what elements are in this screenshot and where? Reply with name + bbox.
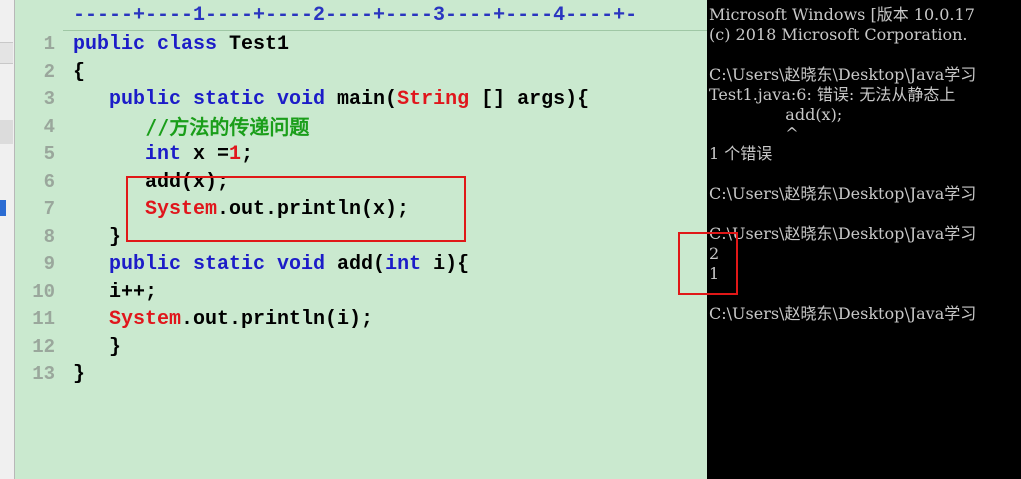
command-prompt-console[interactable]: Microsoft Windows [版本 10.0.17 (c) 2018 Mi… (707, 0, 1021, 479)
console-line: (c) 2018 Microsoft Corporation. (709, 24, 968, 44)
tree-item[interactable] (0, 42, 13, 64)
code-text: { (73, 59, 85, 86)
code-token-plain: } (73, 335, 122, 359)
code-line[interactable]: 2{ (15, 59, 707, 86)
code-token-kw: public static void (73, 253, 326, 276)
line-number: 12 (32, 335, 55, 358)
code-line[interactable]: 3 public static void main(String [] args… (15, 86, 707, 113)
code-text: } (73, 334, 121, 361)
column-ruler: -----+----1----+----2----+----3----+----… (15, 0, 707, 31)
annotation-box-method-call (126, 176, 466, 242)
code-token-plain: Test1 (217, 33, 290, 56)
line-number: 13 (32, 363, 55, 385)
code-text: public static void main(String [] args){ (73, 86, 589, 113)
line-number: 7 (43, 198, 55, 220)
code-token-num: 1 (229, 143, 242, 166)
file-tree-sliver (0, 0, 15, 479)
code-text: } (73, 361, 85, 388)
line-number: 10 (32, 280, 55, 303)
code-line[interactable]: 4 //方法的传递问题 (15, 114, 707, 141)
tree-item[interactable] (0, 120, 13, 144)
code-token-plain: .out.println(i); (181, 308, 374, 331)
code-text: public class Test1 (73, 31, 289, 58)
code-token-kw: int (385, 253, 422, 276)
annotation-box-output (678, 232, 738, 295)
code-token-str: System (73, 308, 182, 331)
console-line: ^ (709, 124, 799, 144)
console-line: C:\Users\赵晓东\Desktop\Java学习 (709, 184, 977, 204)
code-token-kw: int (73, 143, 182, 166)
console-line: 1 个错误 (709, 144, 773, 164)
code-token-plain: ; (241, 143, 254, 166)
code-token-plain: i++; (73, 280, 158, 304)
console-line: add(x); (709, 104, 843, 124)
code-token-plain: add( (325, 253, 386, 276)
code-text: int x =1; (73, 141, 253, 168)
code-editor[interactable]: -----+----1----+----2----+----3----+----… (15, 0, 707, 479)
code-token-kw: public class (73, 33, 218, 56)
code-line[interactable]: 11 System.out.println(i); (15, 306, 707, 333)
line-number: 8 (43, 225, 55, 248)
line-number: 2 (43, 60, 55, 83)
console-line: C:\Users\赵晓东\Desktop\Java学习 (709, 64, 977, 84)
line-number: 9 (43, 253, 55, 275)
line-number: 11 (32, 308, 55, 330)
line-number: 5 (43, 143, 55, 165)
console-line: Test1.java:6: 错误: 无法从静态上 (709, 84, 956, 104)
code-line[interactable]: 1 public class Test1 (15, 31, 707, 58)
console-line: C:\Users\赵晓东\Desktop\Java学习 (709, 223, 977, 243)
code-token-str: String (397, 88, 470, 111)
code-text: System.out.println(i); (73, 306, 373, 333)
code-token-plain: x = (181, 143, 230, 166)
code-token-plain: [] args){ (469, 88, 590, 111)
code-line[interactable]: 5 int x =1; (15, 141, 707, 168)
tree-selection-marker (0, 200, 6, 216)
code-line[interactable]: 9 public static void add(int i){ (15, 251, 707, 278)
line-number: 1 (43, 33, 55, 55)
console-line: C:\Users\赵晓东\Desktop\Java学习 (709, 303, 977, 323)
line-number: 4 (43, 115, 55, 138)
code-token-plain: i){ (421, 253, 470, 276)
code-text: public static void add(int i){ (73, 251, 469, 278)
line-number: 6 (43, 170, 55, 193)
code-text: } (73, 224, 121, 251)
code-text: i++; (73, 279, 157, 306)
code-token-kw: public static void (73, 88, 326, 111)
console-line: Microsoft Windows [版本 10.0.17 (709, 5, 975, 24)
line-number: 3 (43, 88, 55, 110)
code-token-cm: //方法的传递问题 (73, 114, 310, 139)
code-line[interactable]: 13} (15, 361, 707, 388)
code-token-plain: main( (325, 88, 398, 111)
code-text: //方法的传递问题 (73, 114, 309, 143)
code-line[interactable]: 12 } (15, 334, 707, 361)
code-token-plain: } (73, 225, 122, 249)
code-token-plain: { (73, 60, 86, 84)
ruler-text: -----+----1----+----2----+----3----+----… (73, 4, 638, 27)
code-token-plain: } (73, 363, 86, 386)
code-line[interactable]: 10 i++; (15, 279, 707, 306)
